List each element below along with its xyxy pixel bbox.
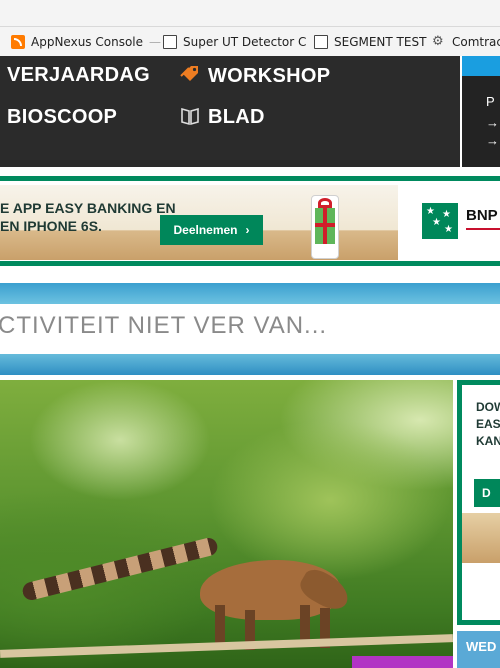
rope-bridge [0,634,453,658]
bookmark-label: Super UT Detector C [183,35,307,49]
bookmarks-bar: AppNexus Console — Super UT Detector C S… [0,0,500,57]
section-heading-band: CTIVITEIT NIET VER VAN... [0,283,500,375]
toolbar-divider [0,26,500,27]
side-ad-line: DOW [476,400,500,414]
side-ad-background [462,513,500,563]
banner-headline: E APP EASY BANKING EN EN IPHONE 6S. [0,200,176,234]
document-icon [314,35,328,49]
side-ad-button[interactable]: D [474,479,500,507]
featured-activity-photo[interactable] [0,380,453,668]
rss-icon [11,35,25,49]
nav-item-label: BLAD [208,106,265,128]
nav-side-panel: P → → [460,56,500,167]
bookmark-label: SEGMENT TEST [334,35,427,49]
banner-background: E APP EASY BANKING EN EN IPHONE 6S. Deel… [0,185,398,260]
side-ad-line: KANS [476,434,500,448]
brand-underline [466,228,500,230]
side-banner-ad[interactable]: DOW EASY KANS D [457,380,500,625]
bookmark-comtrac[interactable]: ⚙ Comtrac [432,34,500,50]
side-ad-line: EASY [476,417,500,431]
phone-gift-illustration [311,195,339,259]
coati-tail [20,536,220,602]
tag-icon [180,64,200,88]
weather-widget[interactable]: WED [457,631,500,668]
deelnemen-button[interactable]: Deelnemen › [160,215,263,245]
nav-item-workshop[interactable]: WORKSHOP [180,64,330,88]
bookmark-segment-test[interactable]: SEGMENT TEST [314,34,426,50]
brand-name: BNP [466,207,498,224]
side-ad-text: DOW EASY KANS [476,399,500,450]
heading-background: CTIVITEIT NIET VER VAN... [0,304,500,354]
category-tag[interactable] [352,656,453,668]
bookmark-label: Comtrac [452,35,500,49]
arrow-right-icon[interactable]: → [486,133,499,148]
bookmark-super-ut-detector[interactable]: Super UT Detector C [163,34,306,50]
bnp-stars-logo: ★ ★ ★ ★ [422,203,458,239]
bank-banner-ad[interactable]: E APP EASY BANKING EN EN IPHONE 6S. Deel… [0,176,500,266]
nav-item-label: VERJAARDAG [7,64,151,86]
bookmark-label: AppNexus Console [31,35,144,49]
gear-icon: ⚙ [432,34,444,49]
button-label: Deelnemen [173,223,238,237]
nav-side-accent [462,56,500,76]
bookmark-folder-marker: — [149,35,162,49]
chevron-right-icon: › [245,223,250,237]
book-icon [180,106,200,129]
nav-item-label: BIOSCOOP [7,106,118,128]
nav-item-label: WORKSHOP [208,64,331,87]
nav-item-verjaardag[interactable]: VERJAARDAG [7,64,150,87]
document-icon [163,35,177,49]
nav-item-blad[interactable]: BLAD [180,106,265,129]
nav-side-text: P [486,94,495,109]
category-nav: VERJAARDAG WORKSHOP BIOSCOOP BLAD [0,56,500,167]
section-title: CTIVITEIT NIET VER VAN... [0,312,328,339]
nav-item-bioscoop[interactable]: BIOSCOOP [7,106,117,129]
arrow-right-icon[interactable]: → [486,115,499,130]
bookmark-appnexus[interactable]: AppNexus Console — [11,34,161,50]
